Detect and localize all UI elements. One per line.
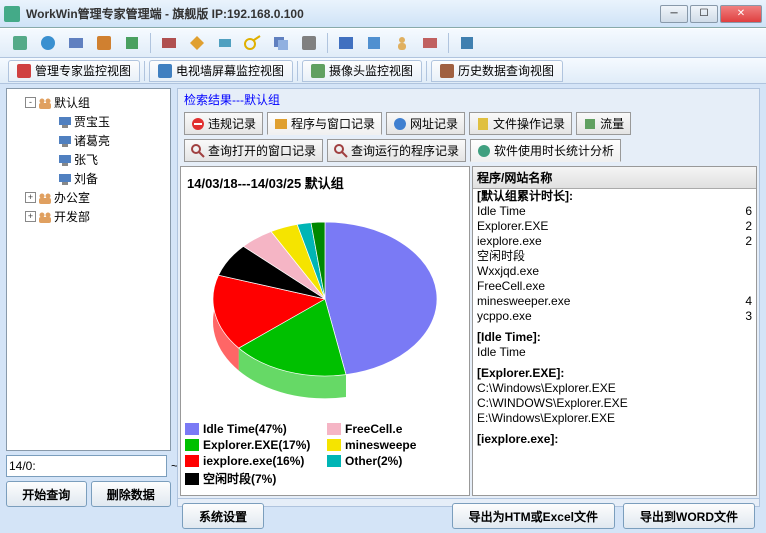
tree-node-dev[interactable]: +开发部 xyxy=(9,207,168,226)
export-word-button[interactable]: 导出到WORD文件 xyxy=(623,503,755,529)
list-section-title: [默认组累计时长]: xyxy=(473,189,756,204)
delete-data-button[interactable]: 删除数据 xyxy=(91,481,172,507)
chart-icon xyxy=(477,144,491,158)
list-item[interactable]: 空闲时段 xyxy=(473,249,756,264)
start-query-button[interactable]: 开始查询 xyxy=(6,481,87,507)
window-icon xyxy=(274,117,288,131)
legend-item: FreeCell.e xyxy=(327,422,465,436)
date-from-input[interactable] xyxy=(6,455,167,477)
list-item[interactable]: iexplore.exe2 xyxy=(473,234,756,249)
toolbar-btn-2[interactable] xyxy=(36,31,60,55)
pie-legend: Idle Time(47%) FreeCell.e Explorer.EXE(17%… xyxy=(185,418,465,491)
toolbar-btn-3[interactable] xyxy=(64,31,88,55)
subtab-program-records[interactable]: 查询运行的程序记录 xyxy=(327,139,466,162)
export-htm-excel-button[interactable]: 导出为HTM或Excel文件 xyxy=(452,503,615,529)
list-section-title: [Explorer.EXE]: xyxy=(473,366,756,381)
record-type-tabs: 违规记录 程序与窗口记录 网址记录 文件操作记录 流量 xyxy=(178,110,759,137)
toolbar-btn-1[interactable] xyxy=(8,31,32,55)
search-icon xyxy=(191,144,205,158)
pie-chart xyxy=(185,194,465,418)
search-icon xyxy=(334,144,348,158)
tree-member[interactable]: 张飞 xyxy=(9,150,168,169)
stats-list[interactable]: 程序/网站名称 [默认组累计时长]:Idle Time6Explorer.EXE… xyxy=(472,166,757,496)
system-settings-button[interactable]: 系统设置 xyxy=(182,503,264,529)
list-item[interactable]: FreeCell.exe xyxy=(473,279,756,294)
legend-item: Explorer.EXE(17%) xyxy=(185,438,323,452)
toolbar-btn-16[interactable] xyxy=(455,31,479,55)
list-header: 程序/网站名称 xyxy=(473,167,756,189)
list-item[interactable]: minesweeper.exe4 xyxy=(473,294,756,309)
tab-camera-view[interactable]: 摄像头监控视图 xyxy=(302,60,422,82)
list-item[interactable]: Idle Time xyxy=(473,345,756,360)
tree-node-root[interactable]: -默认组 xyxy=(9,93,168,112)
list-section-title: [iexplore.exe]: xyxy=(473,432,756,447)
main-toolbar xyxy=(0,28,766,58)
maximize-button[interactable] xyxy=(690,5,718,23)
subtab-window-records[interactable]: 查询打开的窗口记录 xyxy=(184,139,323,162)
globe-icon xyxy=(393,117,407,131)
tab-monitor-view[interactable]: 管理专家监控视图 xyxy=(8,60,140,82)
legend-item: minesweepe xyxy=(327,438,465,452)
toolbar-btn-6[interactable] xyxy=(157,31,181,55)
toolbar-btn-11[interactable] xyxy=(297,31,321,55)
list-item[interactable]: ycppo.exe3 xyxy=(473,309,756,324)
app-icon xyxy=(4,6,20,22)
toolbar-btn-4[interactable] xyxy=(92,31,116,55)
list-item[interactable]: C:\Windows\Explorer.EXE xyxy=(473,381,756,396)
tree-node-office[interactable]: +办公室 xyxy=(9,188,168,207)
no-entry-icon xyxy=(191,117,205,131)
subtab-url[interactable]: 网址记录 xyxy=(386,112,465,135)
toolbar-btn-14[interactable] xyxy=(390,31,414,55)
close-button[interactable] xyxy=(720,5,762,23)
minimize-button[interactable] xyxy=(660,5,688,23)
list-item[interactable]: Wxxjqd.exe xyxy=(473,264,756,279)
toolbar-btn-8[interactable] xyxy=(213,31,237,55)
titlebar: WorkWin管理专家管理端 - 旗舰版 IP:192.168.0.100 xyxy=(0,0,766,28)
toolbar-btn-12[interactable] xyxy=(334,31,358,55)
chart-title: 14/03/18---14/03/25 默认组 xyxy=(185,171,465,194)
footer-buttons: 系统设置 导出为HTM或Excel文件 导出到WORD文件 xyxy=(178,498,759,533)
query-type-tabs: 查询打开的窗口记录 查询运行的程序记录 软件使用时长统计分析 xyxy=(178,137,759,164)
subtab-violation[interactable]: 违规记录 xyxy=(184,112,263,135)
toolbar-btn-5[interactable] xyxy=(120,31,144,55)
list-item[interactable]: Idle Time6 xyxy=(473,204,756,219)
subtab-file-ops[interactable]: 文件操作记录 xyxy=(469,112,572,135)
legend-item: Idle Time(47%) xyxy=(185,422,323,436)
toolbar-btn-9[interactable] xyxy=(241,31,265,55)
tree-member[interactable]: 贾宝玉 xyxy=(9,112,168,131)
legend-item: 空闲时段(7%) xyxy=(185,470,323,487)
list-section-title: [Idle Time]: xyxy=(473,330,756,345)
file-icon xyxy=(476,117,490,131)
list-item[interactable]: Explorer.EXE2 xyxy=(473,219,756,234)
tab-history-view[interactable]: 历史数据查询视图 xyxy=(431,60,563,82)
subtab-program-window[interactable]: 程序与窗口记录 xyxy=(267,112,382,135)
tree-member[interactable]: 诸葛亮 xyxy=(9,131,168,150)
legend-item: iexplore.exe(16%) xyxy=(185,454,323,468)
toolbar-btn-7[interactable] xyxy=(185,31,209,55)
group-tree[interactable]: -默认组 贾宝玉 诸葛亮 张飞 刘备 +办公室 +开发部 xyxy=(6,88,171,451)
pie-chart-panel: 14/03/18---14/03/25 默认组 Idle Time(47%) Fr… xyxy=(180,166,470,496)
search-result-label: 检索结果---默认组 xyxy=(178,89,759,110)
tab-tvwall-view[interactable]: 电视墙屏幕监控视图 xyxy=(149,60,293,82)
subtab-traffic[interactable]: 流量 xyxy=(576,112,631,135)
legend-item: Other(2%) xyxy=(327,454,465,468)
traffic-icon xyxy=(583,117,597,131)
tree-member[interactable]: 刘备 xyxy=(9,169,168,188)
list-item[interactable]: C:\WINDOWS\Explorer.EXE xyxy=(473,396,756,411)
toolbar-btn-15[interactable] xyxy=(418,31,442,55)
view-tabs: 管理专家监控视图 电视墙屏幕监控视图 摄像头监控视图 历史数据查询视图 xyxy=(0,58,766,84)
toolbar-btn-13[interactable] xyxy=(362,31,386,55)
window-title: WorkWin管理专家管理端 - 旗舰版 IP:192.168.0.100 xyxy=(26,5,660,22)
list-item[interactable]: E:\Windows\Explorer.EXE xyxy=(473,411,756,426)
toolbar-btn-10[interactable] xyxy=(269,31,293,55)
subtab-duration-stats[interactable]: 软件使用时长统计分析 xyxy=(470,139,621,162)
